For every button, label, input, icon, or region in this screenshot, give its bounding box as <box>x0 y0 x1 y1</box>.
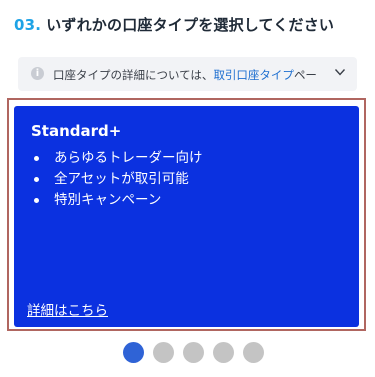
pagination-dot-2[interactable] <box>153 342 174 363</box>
card-title: Standard+ <box>31 122 122 140</box>
account-type-card-standard-plus[interactable]: Standard+ あらゆるトレーダー向け 全アセットが取引可能 特別キャンペー… <box>14 106 359 327</box>
details-link[interactable]: 詳細はこちら <box>27 299 108 319</box>
info-text: 口座タイプの詳細については、取引口座タイプペー <box>53 67 336 83</box>
info-text-prefix: 口座タイプの詳細については、 <box>53 68 214 82</box>
feature-item: 特別キャンペーン <box>34 190 203 211</box>
step-heading: 03. いずれかの口座タイプを選択してください <box>14 14 334 35</box>
account-info-accordion[interactable]: i 口座タイプの詳細については、取引口座タイプペー <box>18 57 357 91</box>
feature-item: 全アセットが取引可能 <box>34 169 203 190</box>
info-text-suffix: ペー <box>293 68 317 82</box>
account-type-step: 03. いずれかの口座タイプを選択してください i 口座タイプの詳細については、取… <box>0 0 375 377</box>
pagination-dot-4[interactable] <box>213 342 234 363</box>
pagination-dot-5[interactable] <box>243 342 264 363</box>
step-number: 03. <box>14 16 42 34</box>
feature-list: あらゆるトレーダー向け 全アセットが取引可能 特別キャンペーン <box>34 148 203 211</box>
account-types-link[interactable]: 取引口座タイプ <box>213 68 294 82</box>
carousel-pagination <box>123 342 264 363</box>
chevron-down-icon[interactable] <box>334 66 346 78</box>
pagination-dot-3[interactable] <box>183 342 204 363</box>
info-icon: i <box>31 67 44 80</box>
step-title: いずれかの口座タイプを選択してください <box>46 16 335 34</box>
feature-item: あらゆるトレーダー向け <box>34 148 203 169</box>
pagination-dot-1[interactable] <box>123 342 144 363</box>
